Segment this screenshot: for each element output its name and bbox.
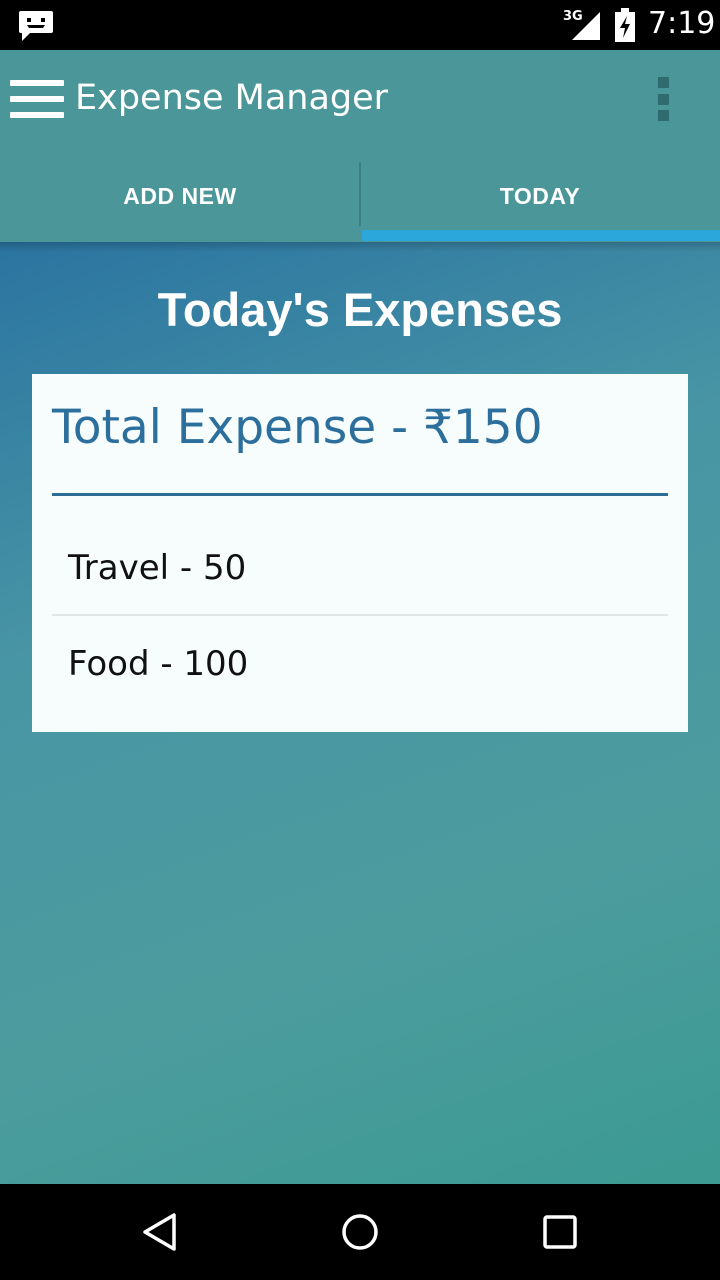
tab-selected-indicator xyxy=(362,230,720,241)
expense-item-label: Travel - 50 xyxy=(68,548,247,588)
home-icon[interactable] xyxy=(340,1212,380,1252)
page-title: Today's Expenses xyxy=(157,283,563,336)
expense-card: Total Expense - ₹150 Travel - 50 Food - … xyxy=(32,374,688,732)
battery-charging-icon xyxy=(615,8,635,42)
system-nav-bar xyxy=(0,1184,720,1280)
menu-icon[interactable] xyxy=(10,80,64,118)
tab-bar-shadow xyxy=(0,242,720,252)
tab-add-new[interactable]: ADD NEW xyxy=(0,150,360,242)
total-expense: Total Expense - ₹150 xyxy=(52,400,543,455)
list-item[interactable]: Food - 100 xyxy=(52,618,668,714)
overflow-menu-icon[interactable] xyxy=(655,77,673,121)
total-divider xyxy=(52,493,668,496)
status-bar: 3G 7:19 xyxy=(0,0,720,50)
recents-icon[interactable] xyxy=(540,1212,580,1252)
main-content[interactable]: Today's Expenses Total Expense - ₹150 Tr… xyxy=(0,242,720,1184)
expense-item-label: Food - 100 xyxy=(68,644,249,684)
list-item[interactable]: Travel - 50 xyxy=(52,520,668,616)
app-title: Expense Manager xyxy=(75,78,389,118)
signal-icon xyxy=(572,12,600,40)
tab-bar: ADD NEW TODAY xyxy=(0,150,720,242)
list-divider xyxy=(52,614,668,616)
status-time: 7:19 xyxy=(648,6,716,41)
back-icon[interactable] xyxy=(140,1212,180,1252)
app-toolbar: Expense Manager xyxy=(0,50,720,150)
tab-today[interactable]: TODAY xyxy=(360,150,720,242)
notification-message-icon xyxy=(19,11,53,41)
